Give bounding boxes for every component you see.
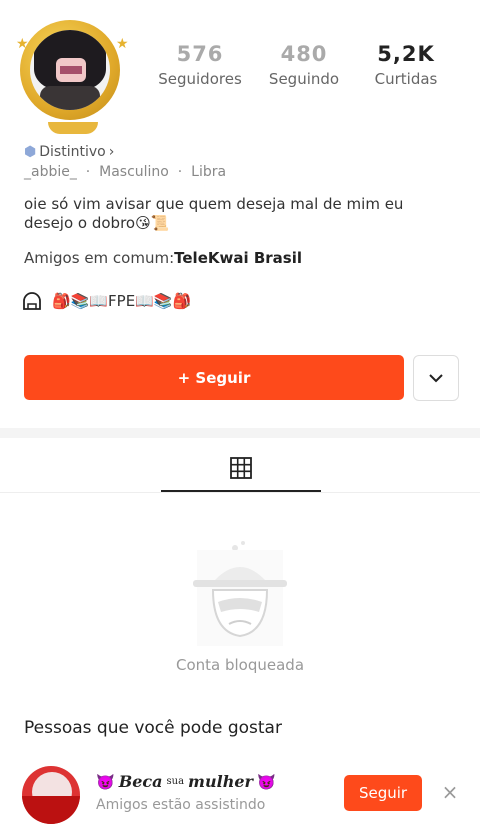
stat-likes-label: Curtidas	[374, 70, 438, 88]
more-options-button[interactable]	[413, 355, 459, 401]
store-link[interactable]: 🎒📚📖FPE📖📚🎒	[22, 292, 191, 310]
meta-separator: ·	[85, 164, 91, 180]
stat-followers-value: 576	[176, 42, 224, 66]
gender: Masculino	[99, 164, 169, 180]
chevron-down-icon	[429, 374, 443, 383]
suggestions-title: Pessoas que você pode gostar	[24, 718, 282, 738]
mutual-names: TeleKwai Brasil	[174, 249, 302, 267]
laurel-icon	[48, 122, 98, 134]
profile-meta: _abbie_ · Masculino · Libra	[24, 164, 226, 180]
mutual-friends[interactable]: Amigos em comum:TeleKwai Brasil	[24, 249, 302, 267]
mutual-prefix: Amigos em comum:	[24, 249, 175, 267]
meta-separator: ·	[177, 164, 183, 180]
tab-divider	[0, 492, 480, 493]
suggestion-name-sup: sua	[166, 776, 185, 787]
badge-link[interactable]: ⬢ Distintivo ›	[24, 144, 114, 160]
stat-followers-label: Seguidores	[158, 70, 242, 88]
badge-label: Distintivo	[39, 144, 106, 160]
suggestion-name[interactable]: 😈 Beca sua mulher 😈	[96, 772, 276, 791]
star-icon: ★	[116, 36, 129, 52]
suggestion-avatar[interactable]	[22, 766, 80, 824]
profile-bio: oie só vim avisar que quem deseja mal de…	[24, 195, 404, 232]
grid-icon[interactable]	[229, 456, 253, 480]
stat-followers[interactable]: 576 Seguidores	[150, 42, 250, 88]
stat-following[interactable]: 480 Seguindo	[254, 42, 354, 88]
stat-following-value: 480	[280, 42, 328, 66]
suggestion-subtitle: Amigos estão assistindo	[96, 797, 266, 813]
devil-emoji: 😈	[96, 772, 115, 791]
store-text: 🎒📚📖FPE📖📚🎒	[52, 292, 192, 310]
badge-icon: ⬢	[24, 144, 37, 160]
follow-button[interactable]: + Seguir	[24, 355, 404, 400]
store-icon	[23, 292, 41, 310]
blocked-account-illustration	[193, 541, 287, 646]
suggestion-follow-button[interactable]: Seguir	[344, 775, 422, 811]
chevron-right-icon: ›	[108, 144, 115, 160]
close-icon[interactable]: ×	[440, 782, 460, 802]
section-divider	[0, 428, 480, 438]
blocked-account-text: Conta bloqueada	[175, 656, 305, 674]
devil-emoji: 😈	[256, 772, 276, 791]
stat-following-label: Seguindo	[268, 70, 340, 88]
suggestion-name-part1: Beca	[118, 772, 163, 791]
username: _abbie_	[24, 164, 77, 180]
avatar-image	[30, 30, 110, 110]
stat-likes[interactable]: 5,2K Curtidas	[356, 42, 456, 88]
zodiac: Libra	[191, 164, 227, 180]
profile-avatar[interactable]: ★ ★	[14, 14, 132, 134]
stat-likes-value: 5,2K	[377, 42, 435, 66]
suggestion-name-part2: mulher	[188, 772, 253, 791]
star-icon: ★	[16, 36, 29, 52]
